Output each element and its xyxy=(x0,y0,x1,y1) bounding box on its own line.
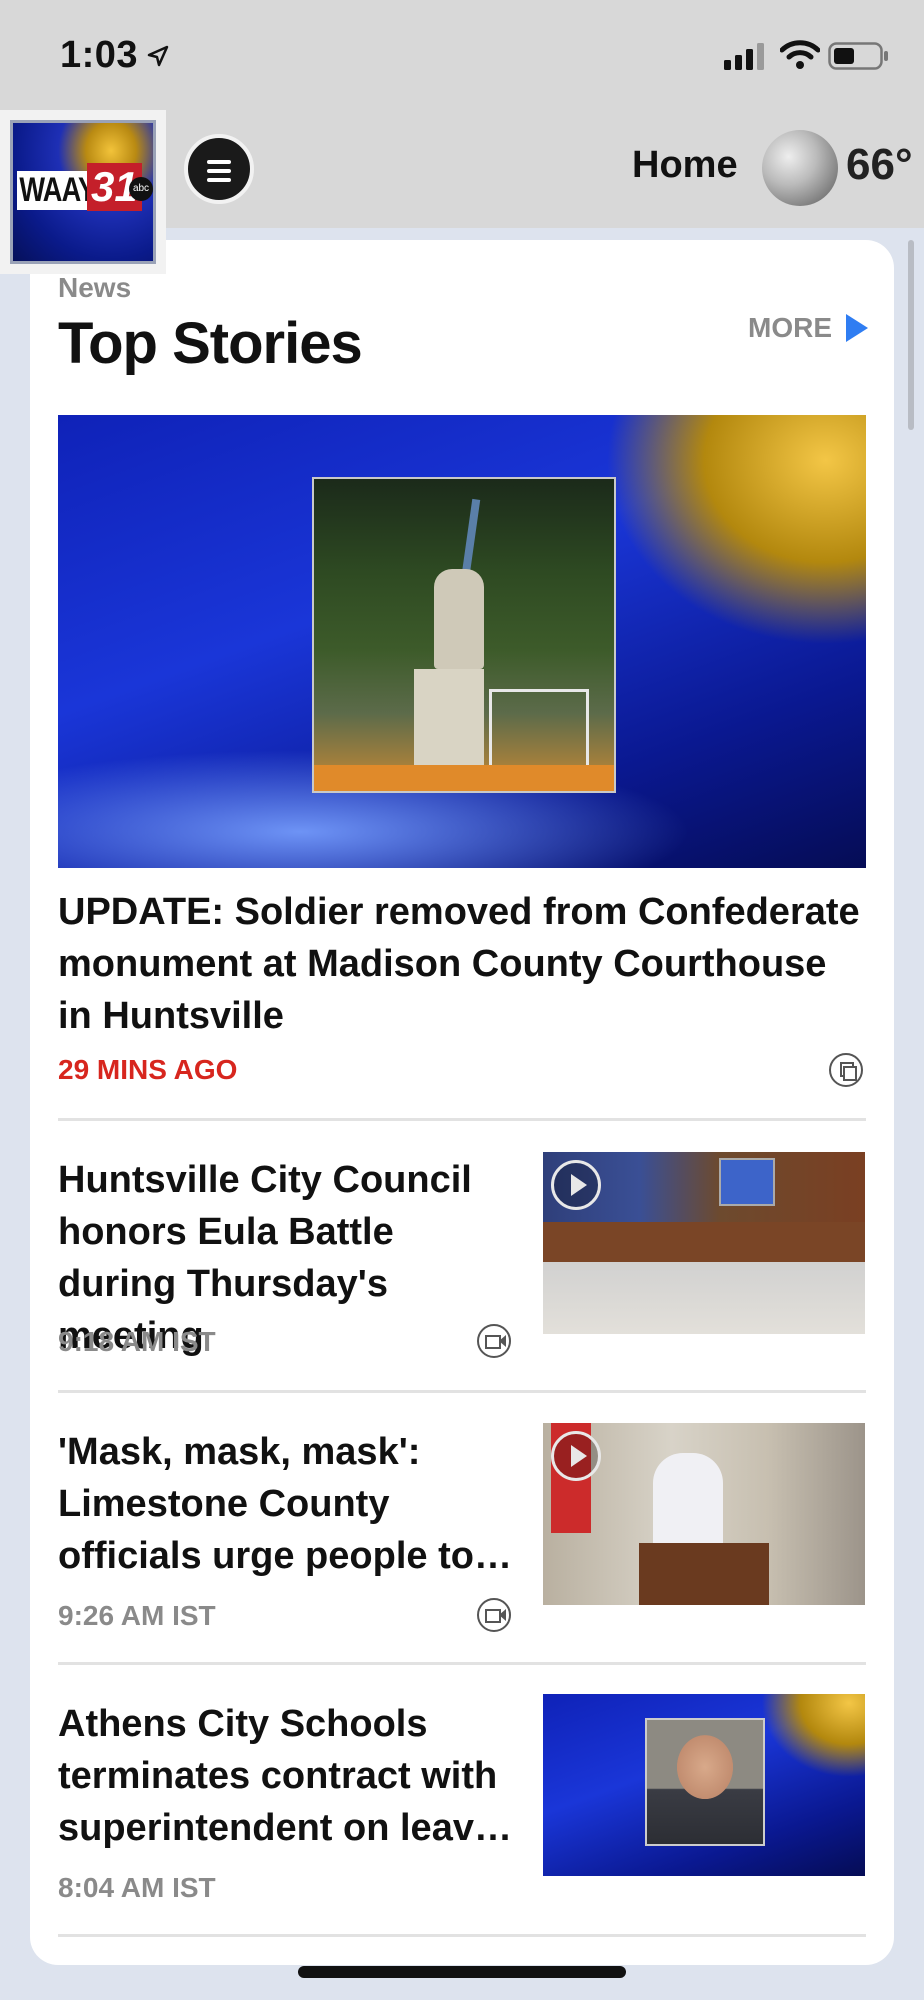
battery-icon xyxy=(828,42,888,70)
hero-inset-photo xyxy=(312,477,616,793)
section-title: Top Stories xyxy=(58,311,363,376)
section-label: News xyxy=(58,272,132,303)
hero-story-time: 29 MINS AGO xyxy=(58,1054,238,1085)
story-thumbnail[interactable] xyxy=(543,1423,865,1605)
waay31-logo: WAAY 31 abc xyxy=(10,120,156,264)
scrollbar[interactable] xyxy=(908,240,914,430)
status-time: 1:03 xyxy=(60,34,139,76)
wifi-icon xyxy=(780,40,820,69)
more-link[interactable]: MORE xyxy=(748,312,868,344)
logo-network: abc xyxy=(129,177,153,201)
play-icon[interactable] xyxy=(551,1431,601,1481)
video-icon xyxy=(477,1324,511,1358)
status-bar: 1:03 xyxy=(0,0,924,110)
play-arrow-icon xyxy=(846,313,868,342)
hero-story-headline[interactable]: UPDATE: Soldier removed from Confederate… xyxy=(58,886,868,1042)
story-thumbnail[interactable] xyxy=(543,1694,865,1876)
story-title[interactable]: Athens City Schools terminates contract … xyxy=(58,1698,518,1854)
story-title[interactable]: 'Mask, mask, mask': Limestone County off… xyxy=(58,1426,518,1582)
home-indicator[interactable] xyxy=(298,1966,626,1978)
weather-temperature[interactable]: 66° xyxy=(846,140,913,190)
divider xyxy=(58,1662,866,1665)
story-time: 9:26 AM IST xyxy=(58,1600,216,1631)
divider xyxy=(58,1934,866,1937)
station-logo[interactable]: WAAY 31 abc xyxy=(0,110,166,274)
video-icon xyxy=(477,1598,511,1632)
gallery-icon xyxy=(829,1053,863,1087)
logo-text: WAAY xyxy=(17,171,98,210)
story-thumbnail[interactable] xyxy=(543,1152,865,1334)
story-time: 9:18 AM IST xyxy=(58,1326,216,1357)
hamburger-menu-icon[interactable] xyxy=(184,134,254,204)
cellular-signal-icon xyxy=(724,43,764,70)
play-icon[interactable] xyxy=(551,1160,601,1210)
home-nav-label[interactable]: Home xyxy=(632,144,738,187)
story-time: 8:04 AM IST xyxy=(58,1872,216,1903)
more-label: MORE xyxy=(748,312,832,343)
hero-story-image[interactable] xyxy=(58,415,866,868)
portrait-photo xyxy=(645,1718,765,1846)
moon-icon[interactable] xyxy=(762,130,838,206)
divider xyxy=(58,1390,866,1393)
location-arrow-icon xyxy=(147,45,169,67)
divider xyxy=(58,1118,866,1121)
